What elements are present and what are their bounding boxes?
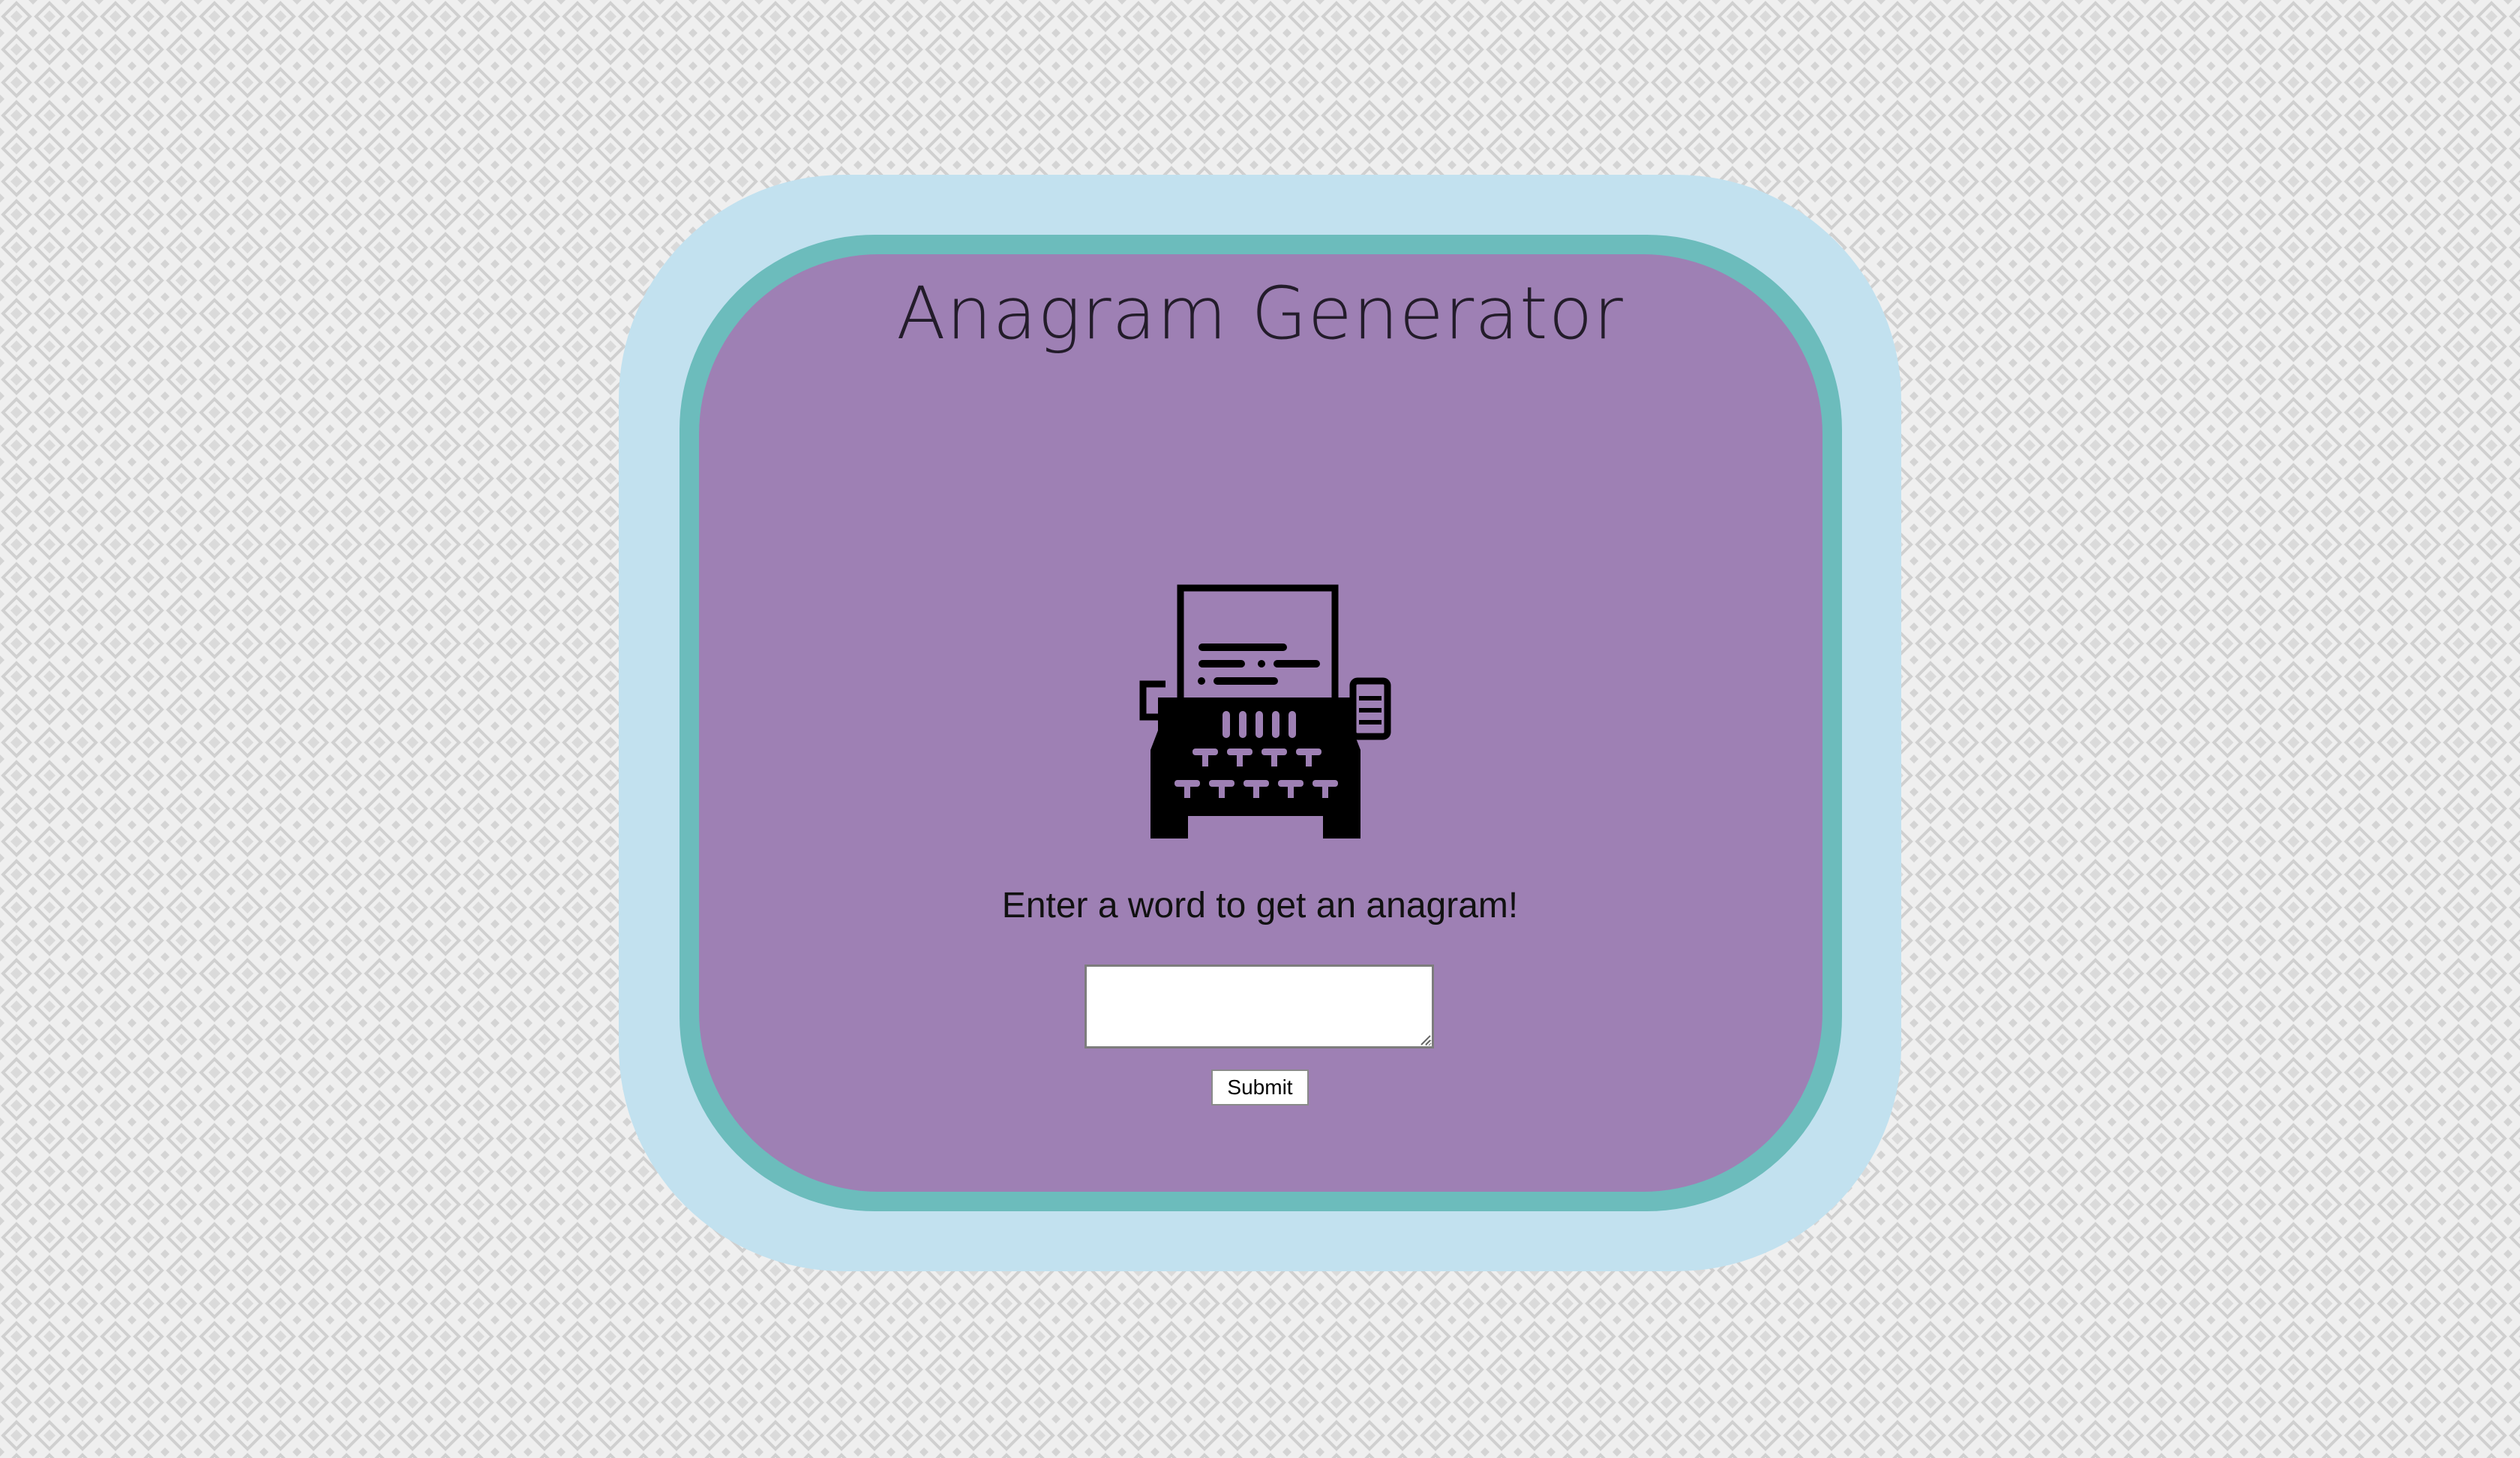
word-input[interactable]: [1084, 964, 1434, 1048]
resize-grip-icon[interactable]: [1419, 1034, 1431, 1046]
instruction-text: Enter a word to get an anagram!: [1001, 886, 1519, 926]
submit-button[interactable]: Submit: [1211, 1070, 1309, 1106]
typewriter-icon: [1139, 584, 1391, 838]
page-title: Anagram Generator: [896, 272, 1624, 356]
